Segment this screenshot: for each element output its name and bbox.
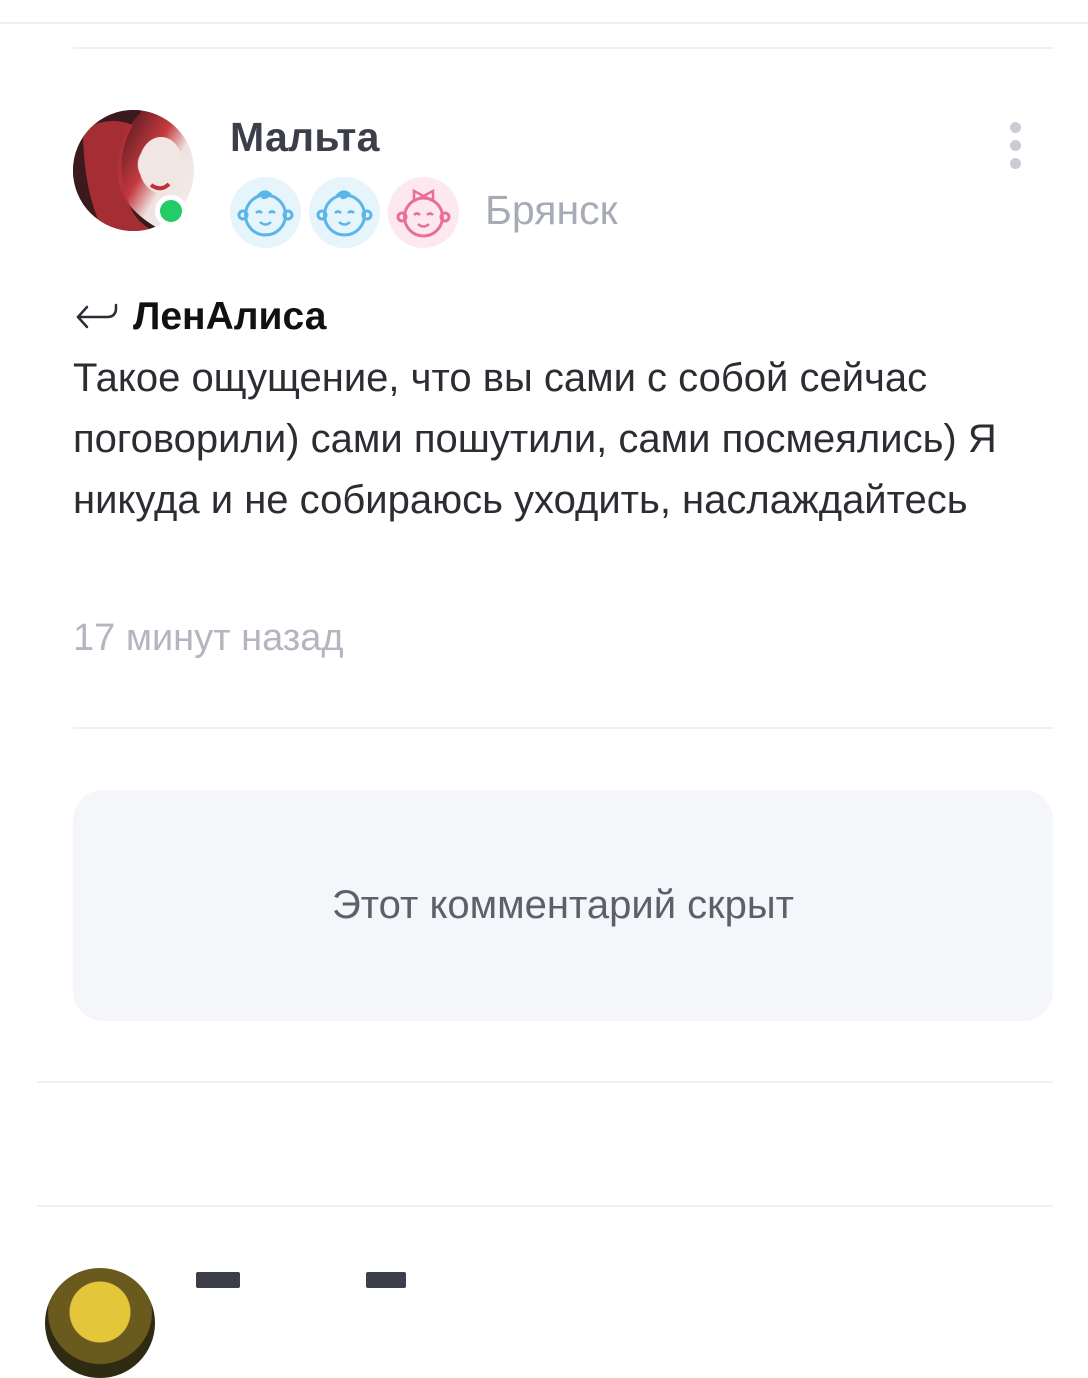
reply-to[interactable]: ЛенАлиса xyxy=(73,292,326,342)
baby-boy-icon xyxy=(230,177,301,248)
hidden-comment-label: Этот комментарий скрыт xyxy=(332,883,794,927)
author-city: Брянск xyxy=(485,187,618,233)
comment-timestamp: 17 минут назад xyxy=(73,617,344,659)
author-name[interactable]: Мальта xyxy=(230,114,380,161)
reply-arrow-icon xyxy=(76,303,118,329)
divider xyxy=(73,727,1053,729)
divider xyxy=(73,47,1053,49)
dot-icon xyxy=(1009,158,1021,169)
comment-text: Такое ощущение, что вы сами с собой сейч… xyxy=(73,356,997,522)
baby-boy-icon xyxy=(309,177,380,248)
next-comment-author-name[interactable] xyxy=(196,1268,426,1288)
next-comment-avatar[interactable] xyxy=(45,1268,155,1378)
more-options-button[interactable] xyxy=(1002,122,1028,172)
dot-icon xyxy=(1009,140,1021,151)
dot-icon xyxy=(1009,122,1021,133)
reply-to-name: ЛенАлиса xyxy=(133,295,327,338)
baby-girl-icon xyxy=(388,177,459,248)
online-status-indicator xyxy=(155,195,187,227)
divider xyxy=(37,1205,1053,1207)
top-divider xyxy=(0,22,1088,24)
hidden-comment[interactable]: Этот комментарий скрыт xyxy=(73,790,1053,1021)
divider xyxy=(37,1081,1053,1083)
